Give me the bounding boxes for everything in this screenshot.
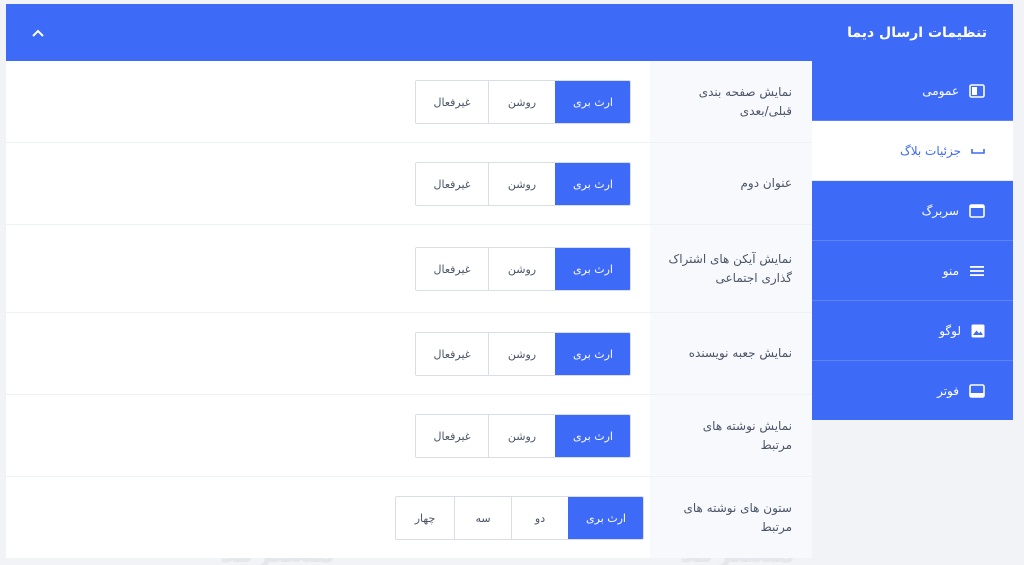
footer-icon <box>969 384 985 398</box>
settings-panel: نمایش صفحه بندی قبلی/بعدی ارث بری روشن غ… <box>6 61 812 558</box>
setting-row-related-columns: ستون های نوشته های مرتبط ارث بری دو سه چ… <box>6 477 812 558</box>
chevron-up-icon <box>32 29 44 37</box>
option-two-button[interactable]: دو <box>511 497 568 539</box>
setting-label: نمایش صفحه بندی قبلی/بعدی <box>698 84 792 118</box>
sidebar-item-label: عمومی <box>922 83 959 98</box>
setting-label: نمایش جعبه نویسنده <box>688 346 792 360</box>
sidebar-item-label: فوتر <box>937 384 959 398</box>
option-on-button[interactable]: روشن <box>488 81 555 123</box>
option-three-button[interactable]: سه <box>454 497 511 539</box>
sidebar-item-label: جزئیات بلاگ <box>899 143 961 158</box>
collapse-button[interactable] <box>26 21 50 45</box>
sidebar-item-label: سربرگ <box>921 203 959 218</box>
option-segment: ارث بری روشن غیرفعال <box>415 162 631 206</box>
settings-sidebar: عمومی جزئیات بلاگ سربرگ منو لوگو فوتر <box>812 61 1013 420</box>
sidebar-item-header[interactable]: سربرگ <box>812 181 1013 241</box>
setting-row-author-box: نمایش جعبه نویسنده ارث بری روشن غیرفعال <box>6 313 812 395</box>
option-segment: ارث بری روشن غیرفعال <box>415 247 631 291</box>
option-four-button[interactable]: چهار <box>396 497 454 539</box>
image-icon <box>971 324 985 337</box>
setting-row-pagination: نمایش صفحه بندی قبلی/بعدی ارث بری روشن غ… <box>6 61 812 143</box>
option-off-button[interactable]: غیرفعال <box>416 415 488 457</box>
option-segment: ارث بری دو سه چهار <box>395 496 644 540</box>
sidebar-item-general[interactable]: عمومی <box>812 61 1013 121</box>
layout-icon <box>969 83 985 98</box>
setting-label: نمایش آیکن های اشتراک گذاری اجتماعی <box>668 251 792 285</box>
option-inherit-button[interactable]: ارث بری <box>555 163 630 205</box>
sidebar-item-logo[interactable]: لوگو <box>812 301 1013 361</box>
option-off-button[interactable]: غیرفعال <box>416 248 488 290</box>
setting-label: ستون های نوشته های مرتبط <box>683 500 792 534</box>
option-inherit-button[interactable]: ارث بری <box>555 415 630 457</box>
option-on-button[interactable]: روشن <box>488 248 555 290</box>
sidebar-item-footer[interactable]: فوتر <box>812 361 1013 421</box>
option-off-button[interactable]: غیرفعال <box>416 163 488 205</box>
option-off-button[interactable]: غیرفعال <box>416 333 488 375</box>
option-inherit-button[interactable]: ارث بری <box>555 248 630 290</box>
setting-label: نمایش نوشته های مرتبط <box>702 418 792 452</box>
page-title: تنظیمات ارسال دیما <box>847 24 987 41</box>
sidebar-item-label: لوگو <box>939 323 961 338</box>
option-on-button[interactable]: روشن <box>488 415 555 457</box>
minus-icon <box>971 148 985 154</box>
option-on-button[interactable]: روشن <box>488 333 555 375</box>
setting-row-social-share: نمایش آیکن های اشتراک گذاری اجتماعی ارث … <box>6 225 812 313</box>
sidebar-item-blog-details[interactable]: جزئیات بلاگ <box>812 121 1013 181</box>
option-inherit-button[interactable]: ارث بری <box>568 497 643 539</box>
menu-icon <box>970 265 984 276</box>
settings-header: تنظیمات ارسال دیما <box>6 4 1013 61</box>
option-segment: ارث بری روشن غیرفعال <box>415 332 631 376</box>
option-off-button[interactable]: غیرفعال <box>416 81 488 123</box>
option-inherit-button[interactable]: ارث بری <box>555 333 630 375</box>
sidebar-item-label: منو <box>942 263 959 278</box>
setting-label: عنوان دوم <box>740 176 792 190</box>
option-segment: ارث بری روشن غیرفعال <box>415 80 631 124</box>
window-icon <box>969 203 985 218</box>
option-on-button[interactable]: روشن <box>488 163 555 205</box>
setting-row-related-posts: نمایش نوشته های مرتبط ارث بری روشن غیرفع… <box>6 395 812 477</box>
option-segment: ارث بری روشن غیرفعال <box>415 414 631 458</box>
option-inherit-button[interactable]: ارث بری <box>555 81 630 123</box>
setting-row-subtitle: عنوان دوم ارث بری روشن غیرفعال <box>6 143 812 225</box>
sidebar-item-menu[interactable]: منو <box>812 241 1013 301</box>
